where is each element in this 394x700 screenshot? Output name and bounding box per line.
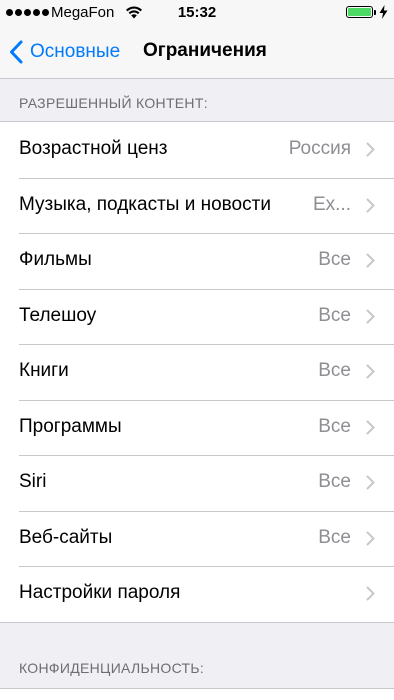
row-label: Настройки пароля <box>19 582 181 603</box>
lightning-icon <box>379 5 388 19</box>
list-item-apps[interactable]: Программы Все <box>0 399 394 456</box>
list-item-siri[interactable]: Siri Все <box>0 455 394 511</box>
row-label: Программы <box>19 415 122 437</box>
list-item-music-podcasts-news[interactable]: Музыка, подкасты и новости Ex... <box>0 177 394 234</box>
row-label: Возрастной ценз <box>19 138 168 159</box>
battery-icon <box>346 6 373 18</box>
chevron-right-icon <box>366 586 375 601</box>
row-label: Веб-сайты <box>19 526 113 548</box>
row-value: Все <box>318 360 351 381</box>
page-title: Ограничения <box>143 40 267 61</box>
chevron-right-icon <box>366 142 375 157</box>
row-value: Все <box>318 471 351 492</box>
list-item-age-rating[interactable]: Возрастной ценз Россия <box>0 122 394 178</box>
chevron-right-icon <box>366 475 375 490</box>
battery-tip <box>374 10 376 15</box>
row-label: Фильмы <box>19 249 92 270</box>
chevron-right-icon <box>366 198 375 212</box>
restrictions-screen: MegaFon 15:32 Основные Ограничения РАЗРЕ… <box>0 0 394 700</box>
privacy-list-top <box>0 688 394 700</box>
privacy-header: КОНФИДЕНЦИАЛЬНОСТЬ: <box>19 660 205 676</box>
row-value: Все <box>318 415 351 437</box>
row-label: Музыка, подкасты и новости <box>19 193 271 215</box>
chevron-right-icon <box>366 253 375 268</box>
allowed-content-list: Возрастной ценз Россия Музыка, подкасты … <box>0 121 394 623</box>
list-item-books[interactable]: Книги Все <box>0 344 394 400</box>
status-time: 15:32 <box>177 4 217 21</box>
chevron-right-icon <box>366 420 375 434</box>
battery-level <box>348 8 371 16</box>
row-label: Книги <box>19 360 69 381</box>
allowed-content-header: РАЗРЕШЕННЫЙ КОНТЕНТ: <box>19 95 208 111</box>
status-bar: MegaFon 15:32 <box>0 0 394 27</box>
row-value: Россия <box>288 138 351 159</box>
list-item-password-settings[interactable]: Настройки пароля <box>0 566 394 622</box>
row-value: Ex... <box>312 193 351 215</box>
row-label: Телешоу <box>19 304 97 326</box>
back-label: Основные <box>30 41 121 62</box>
row-label: Siri <box>19 471 47 492</box>
back-button[interactable]: Основные <box>9 35 120 69</box>
navigation-bar: Основные Ограничения <box>0 27 394 79</box>
list-item-websites[interactable]: Веб-сайты Все <box>0 510 394 567</box>
row-value: Все <box>318 526 351 548</box>
chevron-right-icon <box>366 364 375 379</box>
row-value: Все <box>318 304 351 326</box>
row-value: Все <box>318 249 351 270</box>
list-item-movies[interactable]: Фильмы Все <box>0 233 394 289</box>
chevron-right-icon <box>366 531 375 545</box>
chevron-left-icon <box>10 40 23 64</box>
chevron-right-icon <box>366 309 375 323</box>
list-item-tv-shows[interactable]: Телешоу Все <box>0 288 394 345</box>
